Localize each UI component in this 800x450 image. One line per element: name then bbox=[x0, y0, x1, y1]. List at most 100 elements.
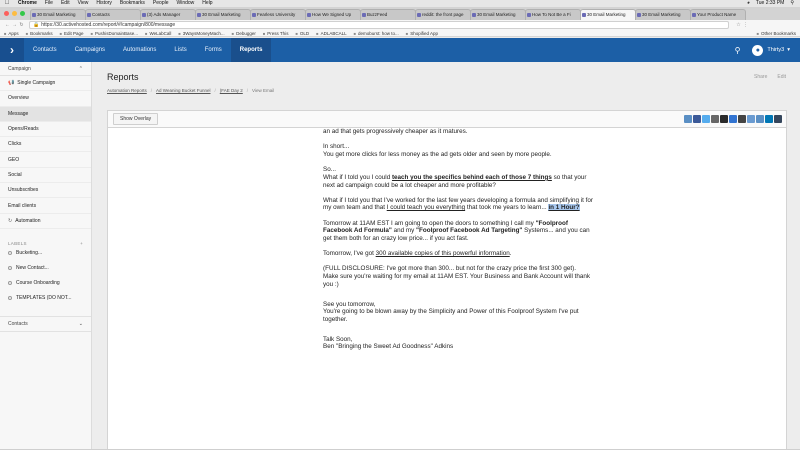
digg-icon[interactable] bbox=[720, 115, 728, 123]
show-overlay-button[interactable]: Show Overlay bbox=[113, 113, 159, 125]
other-bookmarks[interactable]: Other Bookmarks bbox=[757, 31, 796, 36]
label-item[interactable]: Bucketing... bbox=[0, 246, 91, 261]
automation-icon: ↻ bbox=[8, 217, 13, 224]
logo-chevron-icon[interactable]: › bbox=[0, 38, 24, 62]
browser-tab[interactable]: 30 Email Marketing bbox=[30, 9, 86, 20]
label-item[interactable]: New Contact... bbox=[0, 261, 91, 276]
sidebar-item-geo[interactable]: GEO bbox=[0, 152, 91, 168]
sidebar-contacts-section[interactable]: Contacts ⌄ bbox=[0, 315, 91, 332]
facebook-icon[interactable] bbox=[693, 115, 701, 123]
nav-lists[interactable]: Lists bbox=[165, 38, 195, 62]
email-link[interactable]: teach you the specifics behind each of t… bbox=[392, 174, 552, 181]
back-icon[interactable]: ← bbox=[4, 22, 11, 28]
nav-reports[interactable]: Reports bbox=[230, 38, 272, 62]
breadcrumb-link[interactable]: Automation Reports bbox=[107, 88, 147, 93]
search-icon[interactable]: ⚲ bbox=[735, 46, 741, 55]
sidebar-item-email-clients[interactable]: Email clients bbox=[0, 198, 91, 214]
contacts-section-title: Contacts bbox=[8, 320, 28, 327]
browser-tab[interactable]: BuzzFeed bbox=[360, 9, 416, 20]
email-highlight-link[interactable]: in 1 Hour? bbox=[548, 204, 580, 212]
email-icon[interactable] bbox=[711, 115, 719, 123]
label-item[interactable]: TEMPLATES (DO NOT... bbox=[0, 291, 91, 306]
browser-tab[interactable]: How We Signed Up bbox=[305, 9, 361, 20]
browser-tab[interactable]: Fearless University bbox=[250, 9, 306, 20]
chrome-menu-icon[interactable]: ⋮ bbox=[742, 22, 749, 28]
nav-contacts[interactable]: Contacts bbox=[24, 38, 66, 62]
nav-forms[interactable]: Forms bbox=[196, 38, 231, 62]
apple-icon[interactable]:  bbox=[4, 0, 10, 7]
browser-tab[interactable]: (3) Ads Manager bbox=[140, 9, 196, 20]
menu-bookmarks[interactable]: Bookmarks bbox=[120, 0, 145, 7]
reload-icon[interactable]: ↻ bbox=[18, 22, 25, 28]
menu-history[interactable]: History bbox=[96, 0, 112, 7]
menu-people[interactable]: People bbox=[153, 0, 169, 7]
bookmark-item[interactable]: ADLABCALL bbox=[316, 31, 347, 36]
close-window-icon[interactable] bbox=[4, 11, 9, 16]
forward-icon[interactable]: → bbox=[11, 22, 18, 28]
nav-automations[interactable]: Automations bbox=[114, 38, 165, 62]
sidebar-item-label: Overview bbox=[8, 95, 29, 102]
bookmark-item[interactable]: PushisDomainBase... bbox=[91, 31, 138, 36]
menu-edit[interactable]: Edit bbox=[61, 0, 70, 7]
email-text: You're going to be blown away by the Sim… bbox=[323, 308, 579, 323]
bookmark-item[interactable]: Shopified App bbox=[406, 31, 438, 36]
bookmark-item[interactable]: Bookmarks bbox=[26, 31, 53, 36]
browser-tab[interactable]: 30 Email Marketing bbox=[470, 9, 526, 20]
bookmark-item[interactable]: 3WaysMoneyMach... bbox=[178, 31, 225, 36]
sidebar-item-single-campaign[interactable]: 📢 Single Campaign bbox=[0, 76, 91, 92]
email-link[interactable]: I could teach you everything bbox=[387, 204, 465, 211]
sidebar-item-unsubscribes[interactable]: Unsubscribes bbox=[0, 183, 91, 199]
sidebar-item-automation[interactable]: ↻ Automation bbox=[0, 214, 91, 229]
sidebar-item-opens[interactable]: Opens/Reads bbox=[0, 122, 91, 138]
menu-window[interactable]: Window bbox=[177, 0, 195, 7]
browser-tab[interactable]: Contacts bbox=[85, 9, 141, 20]
menu-app[interactable]: Chrome bbox=[18, 0, 37, 7]
tumblr-icon[interactable] bbox=[774, 115, 782, 123]
sidebar-item-social[interactable]: Social bbox=[0, 168, 91, 184]
sidebar-item-overview[interactable]: Overview bbox=[0, 91, 91, 107]
menu-help[interactable]: Help bbox=[202, 0, 212, 7]
browser-tab[interactable]: 30 Email Marketing bbox=[195, 9, 251, 20]
bookmark-item[interactable]: Edit Page bbox=[60, 31, 84, 36]
nav-campaigns[interactable]: Campaigns bbox=[66, 38, 114, 62]
menu-file[interactable]: File bbox=[45, 0, 53, 7]
twitter-icon[interactable] bbox=[702, 115, 710, 123]
sidebar-item-clicks[interactable]: Clicks bbox=[0, 137, 91, 153]
browser-tab[interactable]: reddit: the front page bbox=[415, 9, 471, 20]
zoom-window-icon[interactable] bbox=[20, 11, 25, 16]
browser-tab[interactable]: Your Product Name bbox=[690, 9, 746, 20]
bookmark-item[interactable]: demoburst: how to... bbox=[354, 31, 399, 36]
minimize-window-icon[interactable] bbox=[12, 11, 17, 16]
linkedin-icon[interactable] bbox=[765, 115, 773, 123]
breadcrumb-link[interactable]: (FAE Day 2 bbox=[220, 88, 243, 93]
add-label-icon[interactable]: + bbox=[80, 241, 83, 246]
print-icon[interactable] bbox=[684, 115, 692, 123]
address-bar[interactable]: 🔒 https://30.activehosted.com/report/#/ca… bbox=[29, 21, 729, 29]
bookmark-item[interactable]: WeLabCall bbox=[145, 31, 171, 36]
email-link[interactable]: 300 available copies of this powerful in… bbox=[376, 250, 510, 257]
breadcrumb-link[interactable]: Ad Weaning Bucket Funnel bbox=[156, 88, 210, 93]
sidebar-section-header[interactable]: Campaign ⌃ bbox=[0, 62, 91, 76]
spotlight-icon[interactable]: ⚲ bbox=[790, 0, 794, 7]
googleplus-icon[interactable] bbox=[756, 115, 764, 123]
browser-tab-active[interactable]: 30 Email Marketing bbox=[580, 9, 636, 20]
browser-tab[interactable]: How To Not Be a Fi bbox=[525, 9, 581, 20]
email-bold-text: "Foolproof Facebook Ad Targeting" bbox=[416, 227, 523, 235]
user-menu[interactable]: ● Thirty3 ▾ bbox=[752, 44, 790, 56]
label-item[interactable]: Course Onboarding bbox=[0, 276, 91, 291]
delicious-icon[interactable] bbox=[729, 115, 737, 123]
menu-view[interactable]: View bbox=[78, 0, 89, 7]
browser-tab[interactable]: 30 Email Marketing bbox=[635, 9, 691, 20]
bookmark-item[interactable]: Apps bbox=[4, 31, 18, 36]
star-icon[interactable]: ☆ bbox=[735, 22, 742, 28]
bookmark-item[interactable]: Debugger bbox=[232, 31, 256, 36]
edit-button[interactable]: Edit bbox=[777, 74, 786, 80]
bookmark-item[interactable]: Press This bbox=[263, 31, 288, 36]
stumbleupon-icon[interactable] bbox=[738, 115, 746, 123]
bookmark-item[interactable]: OLD bbox=[295, 31, 309, 36]
share-button[interactable]: Share bbox=[754, 74, 767, 80]
reddit-icon[interactable] bbox=[747, 115, 755, 123]
wifi-icon[interactable]: ◕ bbox=[747, 0, 750, 7]
clock[interactable]: Tue 2:33 PM bbox=[756, 0, 784, 7]
sidebar-item-message[interactable]: Message bbox=[0, 106, 91, 122]
